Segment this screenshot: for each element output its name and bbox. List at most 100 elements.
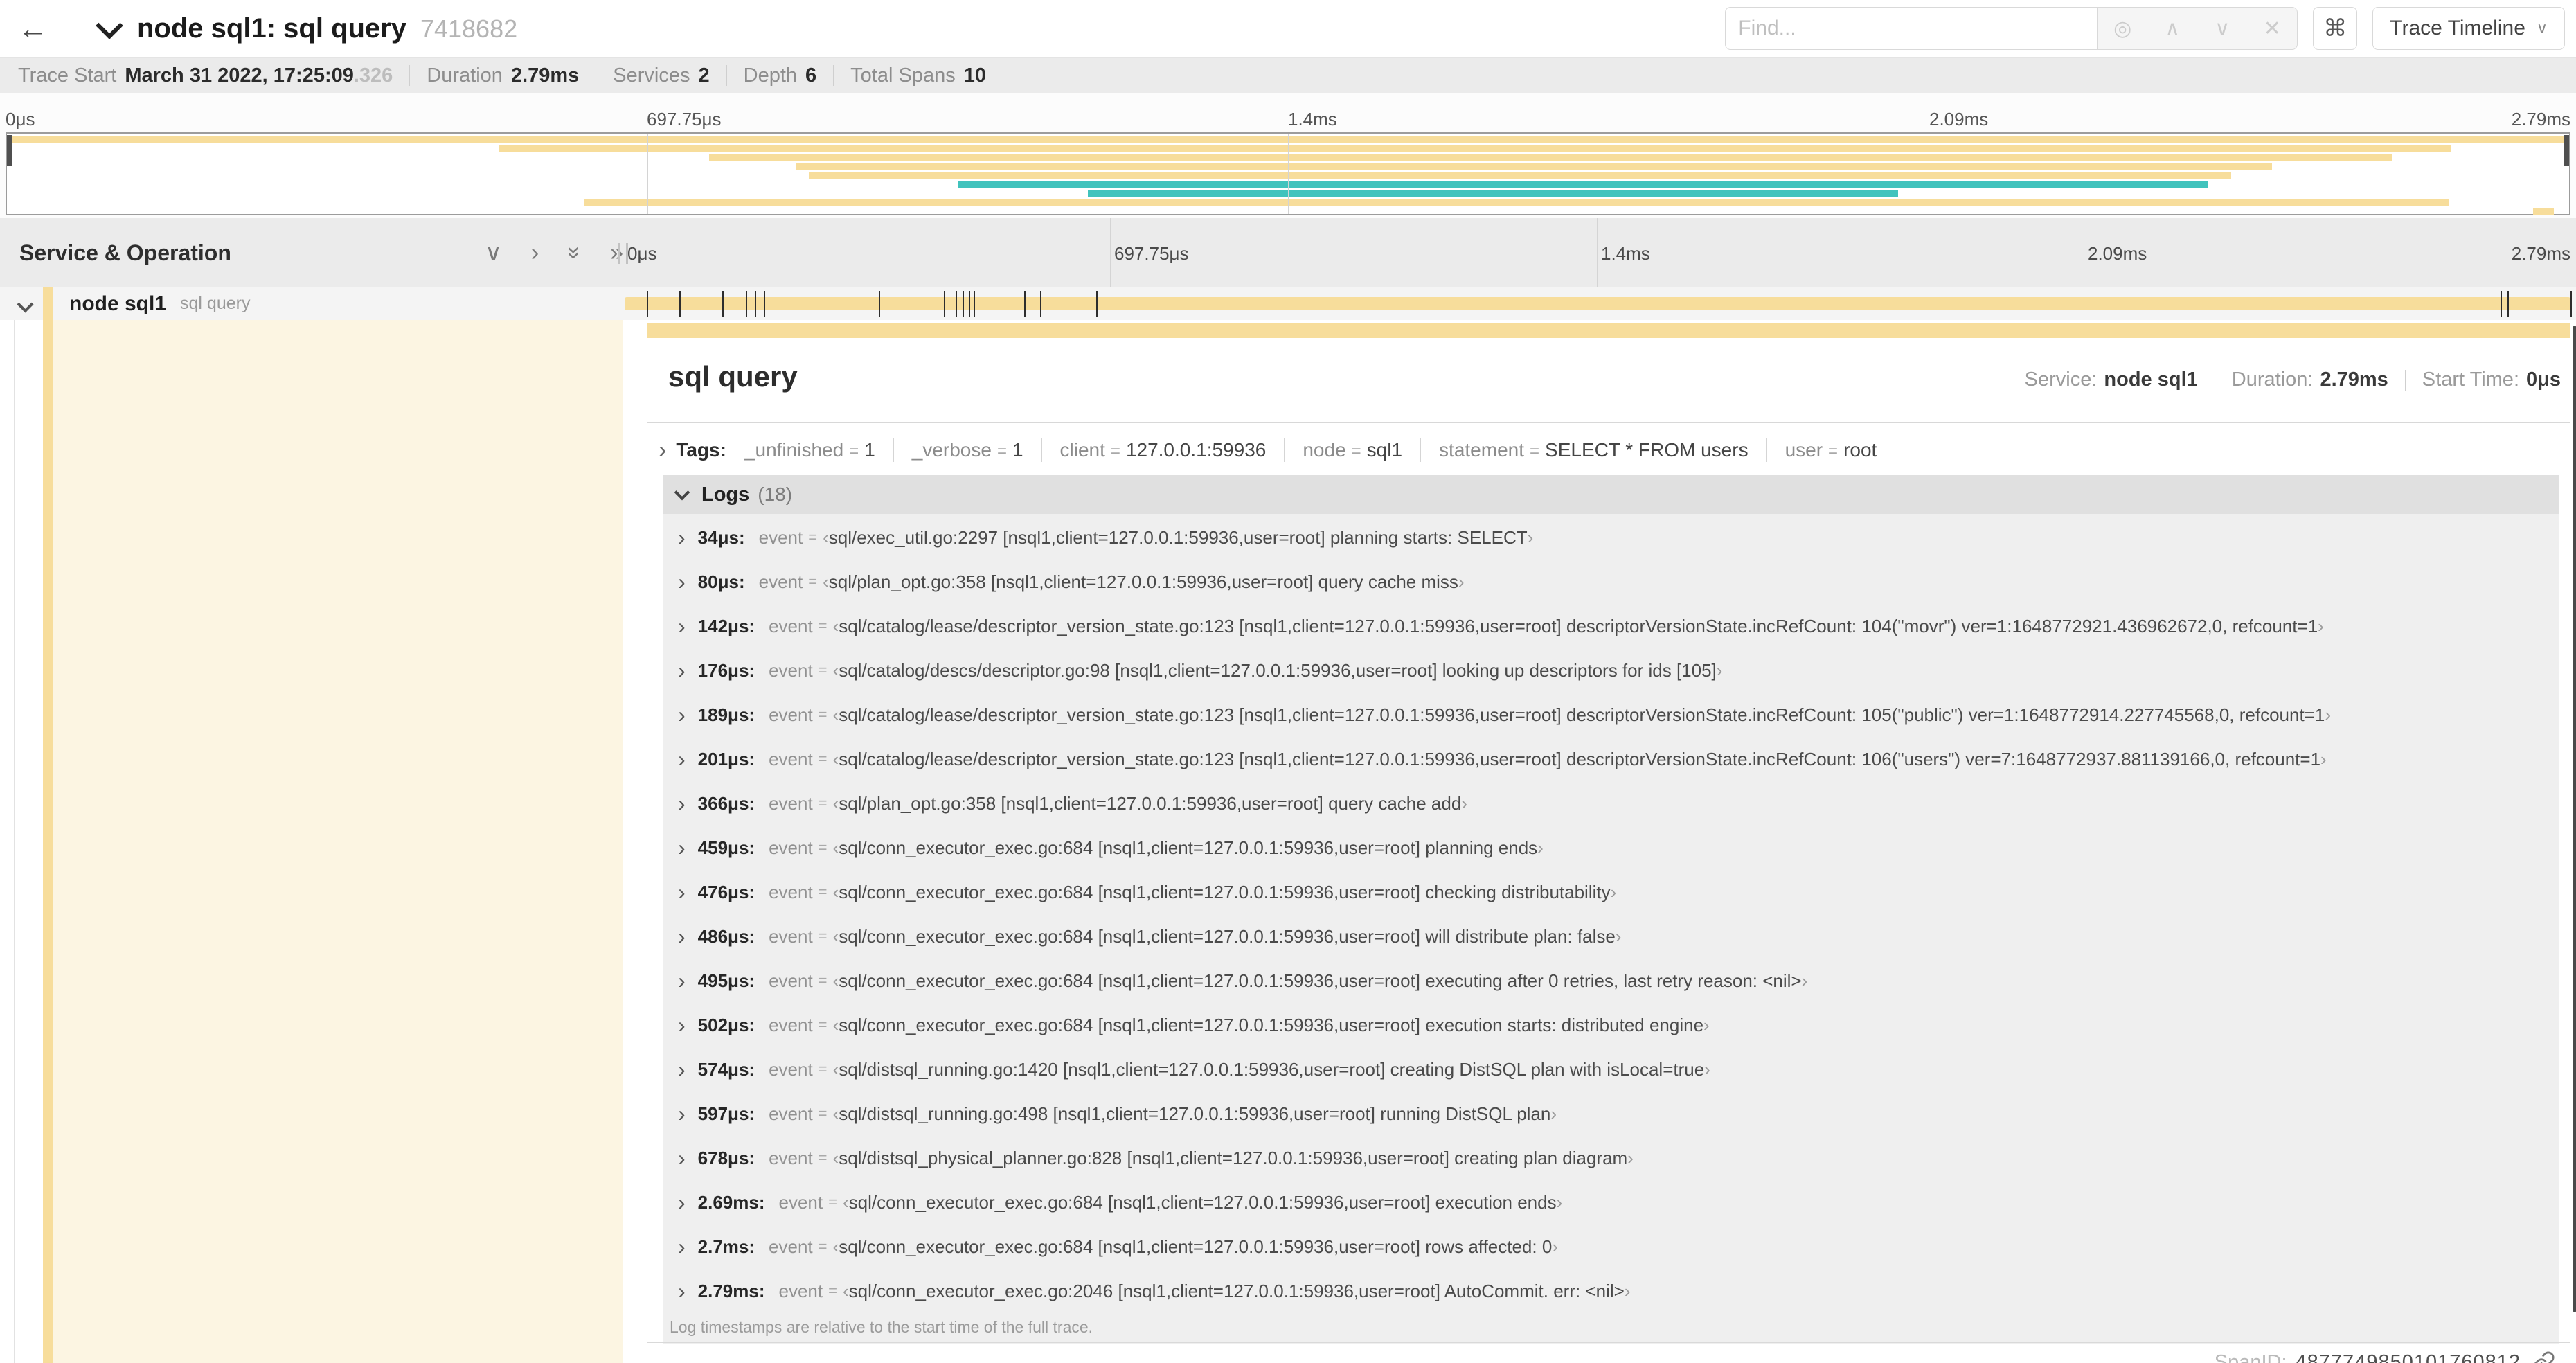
meta-label: Service:: [2024, 368, 2098, 391]
equals-sign: =: [818, 883, 828, 900]
log-row[interactable]: › 2.7ms: event = ‹sql/conn_executor_exec.go:…: [663, 1224, 2559, 1269]
log-timestamp: 486μs:: [697, 925, 755, 947]
chevron-right-icon: ›: [678, 614, 686, 639]
open-quote: ‹: [832, 881, 839, 902]
ruler-tick-label: 2.79ms: [2511, 243, 2570, 264]
log-timestamp: 176μs:: [697, 659, 755, 681]
chevron-down-icon: ∨: [2536, 19, 2548, 37]
log-marker-tick: [2507, 291, 2510, 317]
collapse-one-icon[interactable]: ∨: [485, 241, 502, 265]
log-timestamp: 2.79ms:: [697, 1280, 765, 1301]
command-icon: ⌘: [2323, 15, 2347, 42]
minimap-span-bar: [1088, 190, 1898, 197]
tag-item[interactable]: client = 127.0.0.1:59936: [1060, 439, 1267, 461]
tag-item[interactable]: _verbose = 1: [912, 439, 1023, 461]
collapse-all-icon[interactable]: »: [562, 247, 588, 260]
span-duration-bar[interactable]: [625, 297, 2570, 310]
log-timestamp: 189μs:: [697, 704, 755, 725]
tag-divider: [1284, 438, 1285, 462]
log-row[interactable]: › 678μs: event = ‹sql/distsql_physical_plann…: [663, 1136, 2559, 1180]
log-field-value: ‹sql/conn_executor_exec.go:684 [nsql1,cl…: [833, 882, 1617, 903]
log-row[interactable]: › 189μs: event = ‹sql/catalog/lease/descript…: [663, 693, 2559, 737]
chevron-right-icon: ›: [678, 569, 686, 594]
scrollbar[interactable]: [2573, 326, 2576, 1312]
log-row[interactable]: › 34μs: event = ‹sql/exec_util.go:2297 [nsql…: [663, 515, 2559, 560]
summary-divider: [726, 65, 727, 86]
equals-sign: =: [818, 839, 828, 856]
prev-result-icon[interactable]: ∧: [2147, 17, 2197, 41]
log-row[interactable]: › 597μs: event = ‹sql/distsql_running.go:498…: [663, 1092, 2559, 1136]
ruler-tick-label: 1.4ms: [1601, 243, 1650, 264]
log-timestamp: 201μs:: [697, 748, 755, 769]
log-row[interactable]: › 366μs: event = ‹sql/plan_opt.go:358 [nsql1…: [663, 781, 2559, 826]
tag-item[interactable]: _unfinished = 1: [744, 439, 875, 461]
timeline-gridline: [647, 134, 648, 214]
trace-view-selector[interactable]: Trace Timeline ∨: [2372, 7, 2565, 50]
minimap-right-scrub-handle[interactable]: [2564, 135, 2569, 166]
expand-one-icon[interactable]: ›: [531, 241, 539, 265]
trace-collapse-chevron-icon[interactable]: [96, 11, 123, 39]
next-result-icon[interactable]: ∨: [2197, 17, 2247, 41]
span-collapse-chevron-icon[interactable]: [17, 296, 34, 313]
close-quote: ›: [1458, 571, 1465, 592]
log-field-value: ‹sql/distsql_running.go:498 [nsql1,clien…: [833, 1103, 1557, 1125]
log-row[interactable]: › 476μs: event = ‹sql/conn_executor_exec.go:…: [663, 870, 2559, 914]
tag-value: 127.0.0.1:59936: [1125, 439, 1267, 461]
tag-item[interactable]: node = sql1: [1303, 439, 1402, 461]
close-quote: ›: [1550, 1103, 1557, 1124]
close-quote: ›: [1624, 1280, 1631, 1301]
tag-item[interactable]: statement = SELECT * FROM users: [1439, 439, 1748, 461]
detail-span-bar[interactable]: [647, 323, 2570, 338]
summary-value: 10: [963, 64, 986, 87]
find-bar: ◎ ∧ ∨ ✕: [1725, 7, 2298, 50]
log-field-key: event: [769, 970, 813, 991]
chevron-right-icon: ›: [678, 702, 686, 727]
log-row[interactable]: › 80μs: event = ‹sql/plan_opt.go:358 [nsql1,…: [663, 560, 2559, 604]
log-field-value: ‹sql/plan_opt.go:358 [nsql1,client=127.0…: [833, 793, 1467, 814]
tag-key: user: [1785, 439, 1823, 461]
log-row[interactable]: › 574μs: event = ‹sql/distsql_running.go:142…: [663, 1047, 2559, 1092]
log-marker-tick: [1039, 291, 1041, 317]
ruler-tick-label: 697.75μs: [1114, 243, 1189, 264]
summary-value-suffix: .326: [353, 64, 393, 87]
equals-sign: =: [808, 573, 818, 590]
log-row[interactable]: › 502μs: event = ‹sql/conn_executor_exec.go:…: [663, 1003, 2559, 1047]
minimap-canvas[interactable]: [6, 132, 2570, 215]
tags-accordion[interactable]: › Tags: _unfinished = 1 _verbose = 1 client = 12…: [659, 435, 2561, 465]
back-button[interactable]: ←: [0, 0, 66, 57]
tag-key: client: [1059, 439, 1105, 461]
log-marker-tick: [722, 291, 724, 317]
focus-icon[interactable]: ◎: [2098, 17, 2147, 41]
tag-item[interactable]: user = root: [1785, 439, 1877, 461]
log-row[interactable]: › 495μs: event = ‹sql/conn_executor_exec.go:…: [663, 959, 2559, 1003]
equals-sign: =: [849, 442, 859, 461]
log-row[interactable]: › 2.79ms: event = ‹sql/conn_executor_exec.go…: [663, 1269, 2559, 1313]
equals-sign: =: [828, 1193, 837, 1211]
service-operation-header: Service & Operation: [19, 240, 231, 265]
log-row[interactable]: › 459μs: event = ‹sql/conn_executor_exec.go:…: [663, 826, 2559, 870]
span-row[interactable]: node sql1 sql query: [0, 287, 2576, 321]
timeline-minimap: 0μs 697.75μs 1.4ms 2.09ms 2.79ms: [0, 93, 2576, 218]
log-field-key: event: [769, 1014, 813, 1035]
minimap-left-scrub-handle[interactable]: [7, 135, 12, 166]
equals-sign: =: [818, 972, 828, 989]
equals-sign: =: [818, 1149, 828, 1166]
summary-value: 2: [698, 64, 710, 87]
find-input[interactable]: [1725, 7, 2098, 50]
keyboard-shortcuts-button[interactable]: ⌘: [2313, 7, 2358, 50]
log-row[interactable]: › 486μs: event = ‹sql/conn_executor_exec.go:…: [663, 914, 2559, 959]
summary-item: Depth 6: [744, 64, 817, 87]
close-quote: ›: [1556, 1191, 1563, 1213]
clear-search-icon[interactable]: ✕: [2247, 17, 2297, 41]
summary-label: Duration: [427, 64, 503, 87]
log-row[interactable]: › 142μs: event = ‹sql/catalog/lease/descript…: [663, 604, 2559, 648]
span-bar-cell[interactable]: [623, 287, 2572, 320]
close-quote: ›: [1801, 970, 1808, 991]
log-row[interactable]: › 201μs: event = ‹sql/catalog/lease/descript…: [663, 737, 2559, 781]
log-field-value: ‹sql/conn_executor_exec.go:684 [nsql1,cl…: [833, 970, 1808, 992]
link-icon[interactable]: [2532, 1351, 2555, 1363]
log-row[interactable]: › 176μs: event = ‹sql/catalog/descs/descript…: [663, 648, 2559, 693]
open-quote: ‹: [823, 526, 829, 548]
log-row[interactable]: › 2.69ms: event = ‹sql/conn_executor_exec.go…: [663, 1180, 2559, 1224]
logs-accordion-header[interactable]: Logs (18): [663, 475, 2559, 514]
